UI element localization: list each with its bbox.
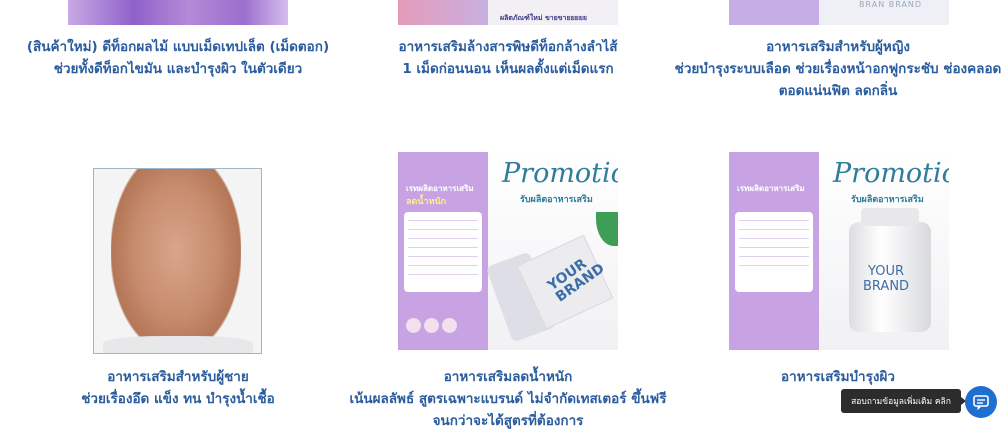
chat-tooltip[interactable]: สอบถามข้อมูลเพิ่มเติม คลิก (841, 389, 966, 413)
product-caption-detox-capsule[interactable]: อาหารเสริมล้างสารพิษดีท็อกล้างลำไส้ 1 เม… (330, 36, 686, 80)
product-image-skin-supplement[interactable]: เรทผลิตอาหารเสริม Promotion รับผลิตอาหาร… (729, 152, 949, 350)
product-image-weight-loss[interactable]: เรทผลิตอาหารเสริม ลดน้ำหนัก Promotion รั… (398, 152, 618, 350)
product-caption-skin-supplement[interactable]: อาหารเสริมบำรุงผิว (660, 366, 1001, 388)
product-image-purple-pills[interactable] (68, 0, 288, 25)
product-caption-purple-pills[interactable]: (สินค้าใหม่) ดีท็อกผลไม้ แบบเม็ดเทปเล็ต … (0, 36, 356, 80)
product-caption-women-supplement[interactable]: อาหารเสริมสำหรับผู้หญิง ช่วยบำรุงระบบเลื… (660, 36, 1001, 102)
chat-button[interactable] (965, 386, 997, 418)
product-image-detox-capsule[interactable]: ผลิตภัณฑ์ใหม่ ขายขายยยยย (398, 0, 618, 25)
brand-label: YOUR BRAND (863, 264, 910, 294)
product-image-men-supplement[interactable] (93, 168, 262, 354)
product-caption-weight-loss[interactable]: อาหารเสริมลดน้ำหนัก เน้นผลลัพธ์ สูตรเฉพา… (330, 366, 686, 432)
product-image-women-supplement[interactable]: BRAN BRAND (729, 0, 949, 25)
product-caption-men-supplement[interactable]: อาหารเสริมสำหรับผู้ชาย ช่วยเรื่องอึด แข็… (0, 366, 356, 410)
price-table (735, 212, 813, 292)
chat-bubble-icon (973, 395, 989, 411)
price-table (404, 212, 482, 292)
